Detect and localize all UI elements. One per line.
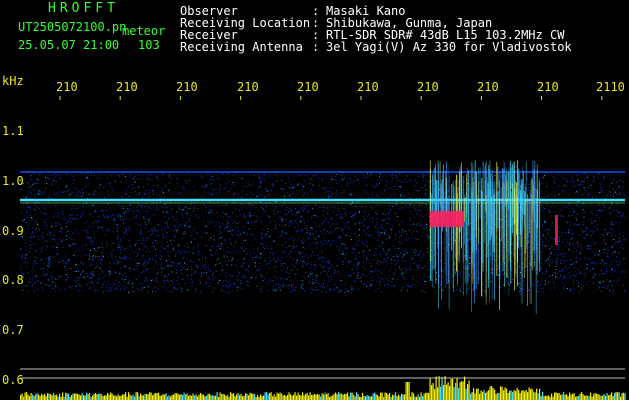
y-tick-label: 1.0 xyxy=(2,174,24,188)
y-tick-label: 0.7 xyxy=(2,323,24,337)
x-tick-label: 210 xyxy=(357,80,379,94)
x-tick-label: 210 xyxy=(237,80,259,94)
meteor-burst xyxy=(429,160,541,314)
x-tick-label: 210 xyxy=(417,80,439,94)
x-tick-label: 210 xyxy=(537,80,559,94)
x-tick-label: 210 xyxy=(297,80,319,94)
app-logo: HROFFT xyxy=(48,1,119,16)
antenna-label: Receiving Antenna xyxy=(180,40,303,54)
x-tick-label: 210 xyxy=(477,80,499,94)
x-tick-label: 210 xyxy=(56,80,78,94)
antenna-colon: : xyxy=(312,40,320,54)
y-tick-label: 1.1 xyxy=(2,124,24,138)
y-axis-unit: kHz xyxy=(2,74,24,88)
x-tick-label: 2110 xyxy=(596,80,625,94)
count-label: 103 xyxy=(138,38,160,52)
x-tick-label: 210 xyxy=(176,80,198,94)
datetime-label: 25.05.07 21:00 xyxy=(18,38,120,52)
antenna-value: 3el Yagi(V) Az 330 for Vladivostok xyxy=(326,40,572,54)
x-tick-label: 210 xyxy=(116,80,138,94)
y-tick-label: 0.8 xyxy=(2,273,24,287)
meteor-head xyxy=(430,211,464,227)
activity-histogram xyxy=(20,376,626,400)
spectrogram-plot xyxy=(20,96,626,400)
y-tick-label: 0.6 xyxy=(2,373,24,387)
mode-label: meteor xyxy=(122,24,166,38)
meteor-trace xyxy=(555,215,558,245)
filename-label: UT2505072100.pn xyxy=(18,20,127,34)
y-tick-label: 0.9 xyxy=(2,224,24,238)
